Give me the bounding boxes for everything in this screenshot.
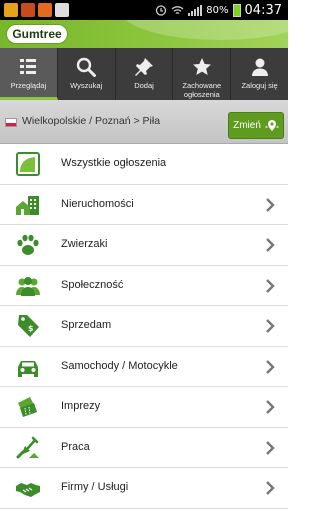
gallery-notification-icon — [4, 3, 18, 17]
category-cars-motorcycles[interactable]: Samochody / Motocykle — [0, 346, 288, 387]
category-label: Wszystkie ogłoszenia — [61, 157, 167, 169]
all-ads-icon — [16, 152, 40, 176]
people-icon — [16, 276, 40, 296]
poland-flag-icon — [5, 118, 17, 127]
category-community[interactable]: Społeczność — [0, 265, 288, 306]
signal-icon — [188, 4, 203, 16]
chevron-right-icon — [266, 400, 275, 414]
tab-browse-label: Przeglądaj — [10, 81, 47, 90]
category-label: Praca — [61, 440, 90, 453]
battery-icon — [232, 3, 241, 17]
car-icon — [18, 360, 38, 377]
category-for-sale[interactable]: $ Sprzedam — [0, 306, 288, 347]
change-location-button[interactable]: Zmień — [228, 112, 284, 139]
chevron-right-icon — [266, 481, 275, 495]
paw-icon — [17, 234, 39, 255]
category-label: Zwierzaki — [61, 238, 108, 250]
category-pets[interactable]: Zwierzaki — [0, 225, 288, 266]
alarm-icon — [156, 5, 167, 16]
play-notification-icon — [55, 3, 69, 17]
category-list: Wszystkie ogłoszenia Nieruchomości Zwier… — [0, 144, 288, 509]
pin-icon — [134, 58, 153, 76]
main-nav: Przeglądaj Wyszukaj Dodaj Zachowane ogło… — [0, 48, 288, 100]
category-events[interactable]: Imprezy — [0, 387, 288, 428]
wifi-icon — [171, 5, 184, 14]
user-icon — [251, 58, 268, 76]
location-marker-icon — [265, 119, 279, 131]
tab-add-label: Dodaj — [134, 81, 154, 90]
chevron-right-icon — [266, 319, 275, 333]
category-label: Firmy / Usługi — [61, 481, 129, 493]
tab-login-label: Zaloguj się — [241, 81, 278, 90]
chevron-right-icon — [266, 440, 275, 455]
category-business-services[interactable]: Firmy / Usługi — [0, 468, 288, 509]
chevron-right-icon — [266, 197, 275, 212]
flower-notification-icon — [38, 3, 52, 17]
battery-percent: 80% — [206, 4, 229, 16]
tab-saved-ads[interactable]: Zachowane ogłoszenia — [173, 48, 232, 100]
star-icon — [192, 58, 211, 75]
svg-text:$: $ — [28, 324, 34, 333]
status-bar: 80% 04:37 — [0, 0, 288, 20]
category-label: Nieruchomości — [61, 197, 134, 210]
chevron-right-icon — [266, 359, 275, 374]
location-bar: Wielkopolskie / Poznań > Piła Zmień — [0, 100, 288, 144]
category-all-ads[interactable]: Wszystkie ogłoszenia — [0, 144, 288, 185]
category-label: Imprezy — [61, 400, 101, 412]
browse-icon — [20, 59, 37, 74]
tab-search-label: Wyszukaj — [70, 81, 103, 90]
buildings-icon — [16, 195, 39, 215]
tickets-icon — [18, 397, 37, 417]
tab-add[interactable]: Dodaj — [116, 48, 174, 100]
category-real-estate[interactable]: Nieruchomości — [0, 184, 288, 225]
tab-search[interactable]: Wyszukaj — [58, 48, 116, 100]
tab-browse[interactable]: Przeglądaj — [0, 48, 58, 100]
gumtree-logo: Gumtree — [6, 24, 68, 44]
chevron-right-icon — [266, 278, 275, 293]
photo-notification-icon — [21, 3, 35, 17]
search-icon — [76, 57, 97, 77]
change-location-label: Zmień — [233, 120, 261, 131]
location-path: Wielkopolskie / Poznań > Piła — [22, 115, 161, 127]
brand-header: Gumtree — [0, 20, 288, 48]
category-label: Sprzedam — [61, 319, 112, 331]
category-label: Społeczność — [61, 278, 124, 291]
category-label: Samochody / Motocykle — [61, 359, 178, 372]
shovel-icon — [16, 436, 39, 458]
notification-icons — [4, 3, 69, 17]
price-tag-icon: $ — [18, 315, 39, 337]
clock: 04:37 — [244, 2, 282, 18]
category-jobs[interactable]: Praca — [0, 427, 288, 468]
logo-text: Gumtree — [12, 27, 62, 41]
tab-saved-ads-label: Zachowane ogłoszenia — [182, 81, 222, 99]
handshake-icon — [16, 483, 40, 497]
chevron-right-icon — [266, 238, 275, 252]
tab-login[interactable]: Zaloguj się — [231, 48, 288, 100]
